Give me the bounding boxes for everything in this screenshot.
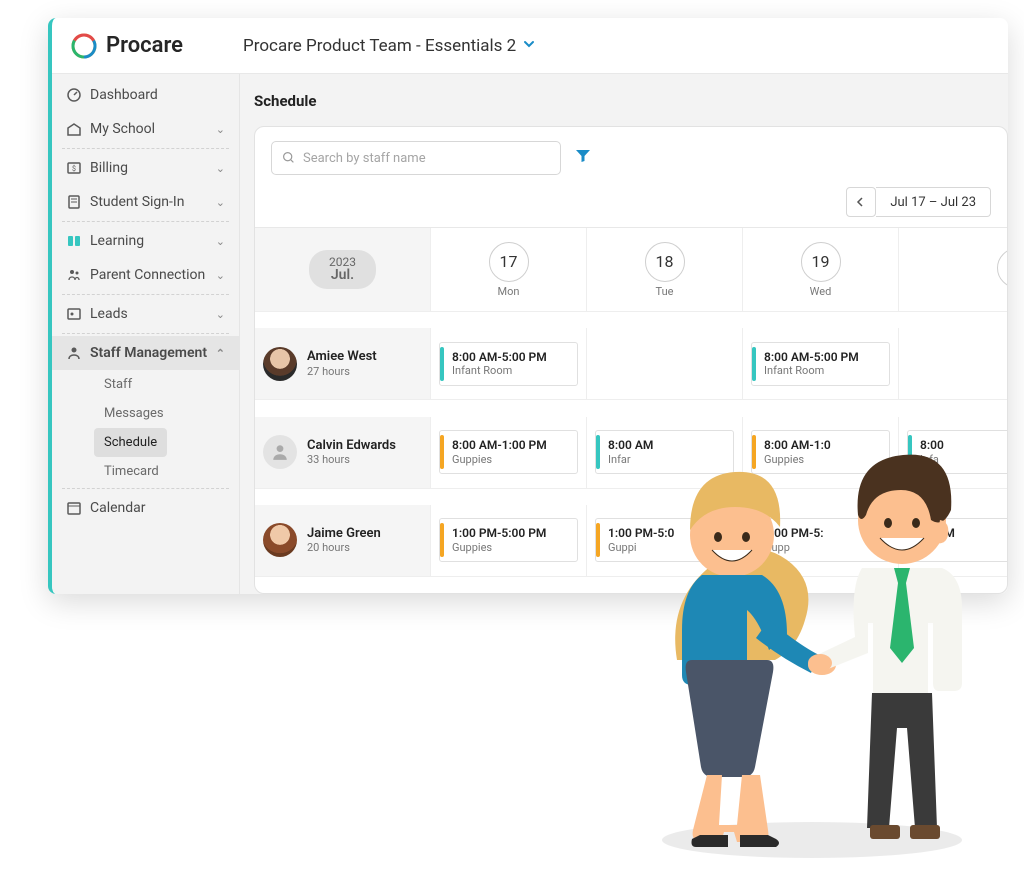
staff-row-jaime: Jaime Green20 hours bbox=[255, 505, 431, 577]
avatar bbox=[263, 347, 297, 381]
staff-row-amiee: Amiee West27 hours bbox=[255, 328, 431, 400]
chevron-down-icon: ⌄ bbox=[216, 196, 225, 209]
sidebar-item-student-signin[interactable]: Student Sign-In ⌄ bbox=[52, 185, 239, 219]
billing-icon: $ bbox=[66, 160, 82, 176]
parent-icon bbox=[66, 267, 82, 283]
dashboard-icon bbox=[66, 87, 82, 103]
logo-icon bbox=[70, 32, 98, 60]
date-nav: Jul 17 – Jul 23 bbox=[255, 181, 1007, 227]
subitem-staff[interactable]: Staff bbox=[94, 370, 142, 399]
team-dropdown-label: Procare Product Team - Essentials 2 bbox=[243, 36, 516, 56]
signin-icon bbox=[66, 194, 82, 210]
schedule-cell[interactable]: 8:00 AM-1:00 PMGuppies bbox=[431, 417, 587, 489]
schedule-cell[interactable]: 1:00 PM-5:Gupp bbox=[743, 505, 899, 577]
search-input[interactable] bbox=[303, 151, 550, 166]
date-range-picker[interactable]: Jul 17 – Jul 23 bbox=[876, 187, 991, 217]
sidebar-item-my-school[interactable]: My School ⌄ bbox=[52, 112, 239, 146]
schedule-cell[interactable]: 8:00 AM-1:0Guppies bbox=[743, 417, 899, 489]
body-row: Dashboard My School ⌄ $ Billing ⌄ Studen… bbox=[52, 74, 1008, 594]
sidebar-item-staff-management[interactable]: Staff Management ⌃ bbox=[52, 336, 239, 370]
sidebar: Dashboard My School ⌄ $ Billing ⌄ Studen… bbox=[52, 74, 240, 594]
staff-submenu: Staff Messages Schedule Timecard bbox=[52, 370, 239, 486]
schedule-cell[interactable]: 8:00 AM-5:00 PMInfant Room bbox=[743, 328, 899, 400]
calendar-icon bbox=[66, 500, 82, 516]
staff-icon bbox=[66, 345, 82, 361]
schedule-cell[interactable]: 1:00 PM-5:00 PMGuppies bbox=[431, 505, 587, 577]
month-pill: 2023 Jul. bbox=[309, 250, 376, 289]
chevron-down-icon: ⌄ bbox=[216, 235, 225, 248]
sidebar-item-learning[interactable]: Learning ⌄ bbox=[52, 224, 239, 258]
schedule-panel: Jul 17 – Jul 23 2023 Jul. 17Mon 18Tue 19… bbox=[254, 126, 1008, 594]
chevron-down-icon: ⌄ bbox=[216, 308, 225, 321]
schedule-cell[interactable] bbox=[587, 328, 743, 400]
svg-text:$: $ bbox=[72, 165, 76, 173]
sidebar-item-calendar[interactable]: Calendar bbox=[52, 491, 239, 525]
schedule-cell[interactable]: 8:00 AM-5:00 PMInfant Room bbox=[431, 328, 587, 400]
schedule-cell[interactable]: 8:00 AMInfar bbox=[587, 417, 743, 489]
subitem-messages[interactable]: Messages bbox=[94, 399, 174, 428]
subitem-timecard[interactable]: Timecard bbox=[94, 457, 169, 486]
team-dropdown[interactable]: Procare Product Team - Essentials 2 bbox=[243, 36, 536, 56]
day-header-19[interactable]: 19Wed bbox=[743, 228, 899, 312]
day-header-17[interactable]: 17Mon bbox=[431, 228, 587, 312]
search-input-wrapper[interactable] bbox=[271, 141, 561, 175]
chevron-down-icon: ⌄ bbox=[216, 162, 225, 175]
topbar: Procare Procare Product Team - Essential… bbox=[52, 18, 1008, 74]
search-icon bbox=[282, 149, 295, 168]
chevron-down-icon bbox=[522, 36, 536, 56]
brand-name: Procare bbox=[106, 33, 183, 58]
schedule-cell[interactable]: 8:00Infa bbox=[899, 417, 1007, 489]
avatar bbox=[263, 435, 297, 469]
schedule-cell[interactable]: 00 PMG bbox=[899, 505, 1007, 577]
sidebar-item-leads[interactable]: Leads ⌄ bbox=[52, 297, 239, 331]
school-icon bbox=[66, 121, 82, 137]
main-panel: Schedule Jul 17 – J bbox=[240, 74, 1008, 594]
toolbar bbox=[255, 127, 1007, 181]
page-title: Schedule bbox=[240, 74, 1008, 126]
schedule-grid: 2023 Jul. 17Mon 18Tue 19Wed 2 Amiee West… bbox=[255, 227, 1007, 593]
learning-icon bbox=[66, 233, 82, 249]
chevron-down-icon: ⌄ bbox=[216, 123, 225, 136]
schedule-cell[interactable] bbox=[899, 328, 1007, 400]
logo: Procare bbox=[70, 32, 183, 60]
avatar bbox=[263, 523, 297, 557]
app-window: Procare Procare Product Team - Essential… bbox=[48, 18, 1008, 594]
prev-week-button[interactable] bbox=[846, 187, 876, 217]
sidebar-item-dashboard[interactable]: Dashboard bbox=[52, 78, 239, 112]
sidebar-item-parent-connection[interactable]: Parent Connection ⌄ bbox=[52, 258, 239, 292]
sidebar-item-billing[interactable]: $ Billing ⌄ bbox=[52, 151, 239, 185]
day-header-18[interactable]: 18Tue bbox=[587, 228, 743, 312]
leads-icon bbox=[66, 306, 82, 322]
chevron-down-icon: ⌄ bbox=[216, 269, 225, 282]
schedule-cell[interactable]: 1:00 PM-5:0Guppi bbox=[587, 505, 743, 577]
subitem-schedule[interactable]: Schedule bbox=[94, 428, 167, 457]
filter-icon[interactable] bbox=[575, 148, 591, 168]
staff-row-calvin: Calvin Edwards33 hours bbox=[255, 417, 431, 489]
chevron-up-icon: ⌃ bbox=[216, 347, 225, 360]
